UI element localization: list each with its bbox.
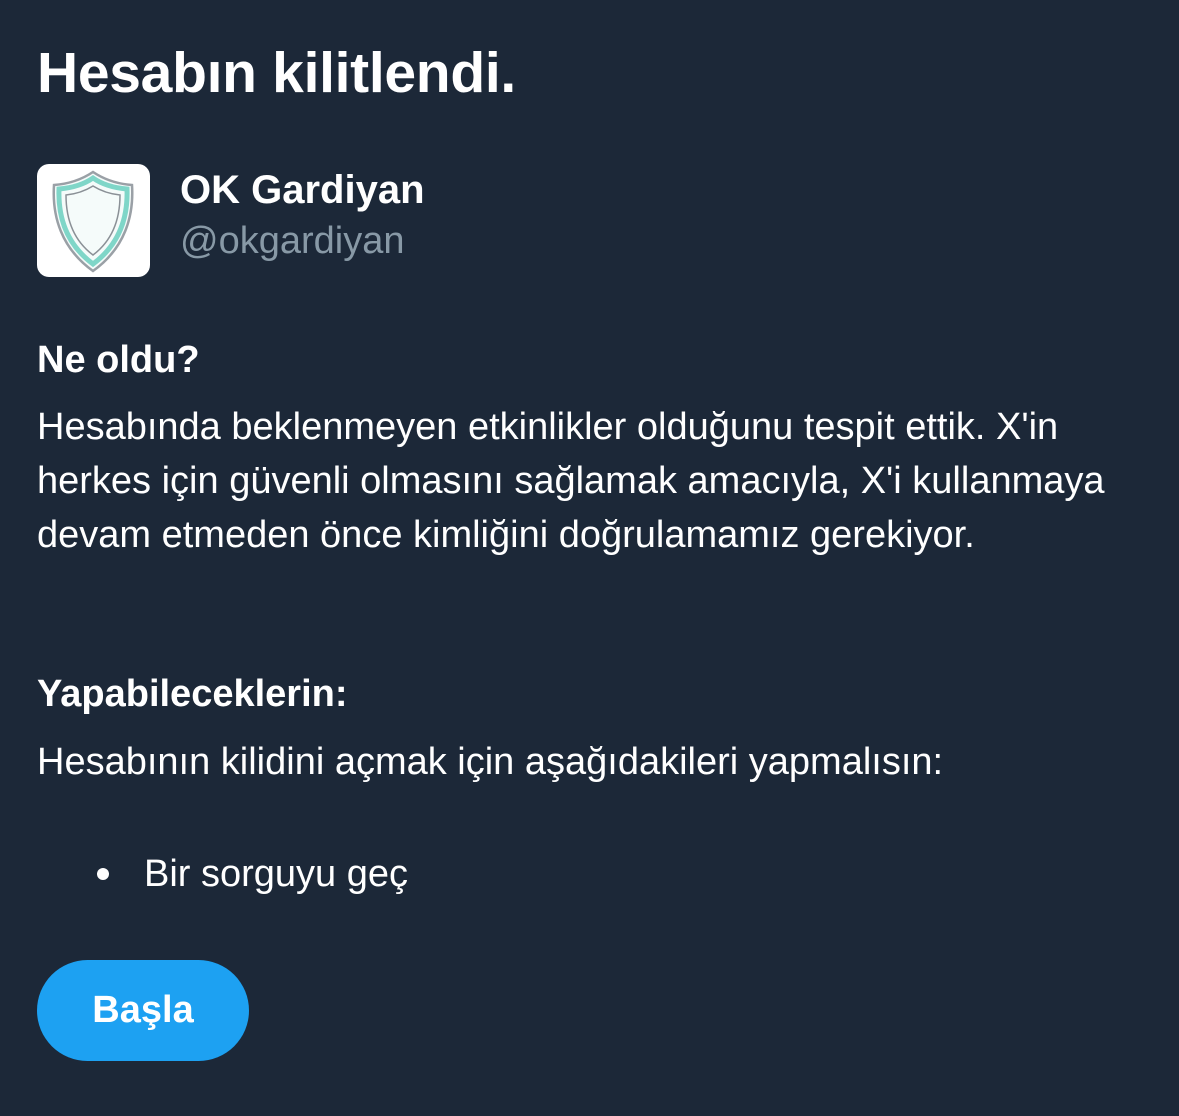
list-item: Bir sorguyu geç (37, 847, 408, 901)
step-label: Bir sorguyu geç (144, 853, 409, 895)
account-locked-page: Hesabın kilitlendi. OK Gardiyan @okgardi… (37, 0, 1147, 1116)
shield-icon (52, 170, 134, 273)
page-title: Hesabın kilitlendi. (37, 41, 516, 105)
what-happened-text: Hesabında beklenmeyen etkinlikler olduğu… (37, 406, 1105, 556)
steps-list: Bir sorguyu geç (37, 847, 408, 901)
account-name: OK Gardiyan (180, 168, 425, 212)
what-happened-heading: Ne oldu? (37, 339, 200, 381)
account-card: OK Gardiyan @okgardiyan (37, 164, 737, 278)
start-button[interactable]: Başla (37, 960, 249, 1061)
bullet-icon (97, 868, 109, 880)
account-handle: @okgardiyan (180, 220, 405, 262)
avatar (37, 164, 150, 277)
what-you-can-do-text: Hesabının kilidini açmak için aşağıdakil… (37, 741, 944, 783)
what-you-can-do-heading: Yapabileceklerin: (37, 673, 348, 715)
